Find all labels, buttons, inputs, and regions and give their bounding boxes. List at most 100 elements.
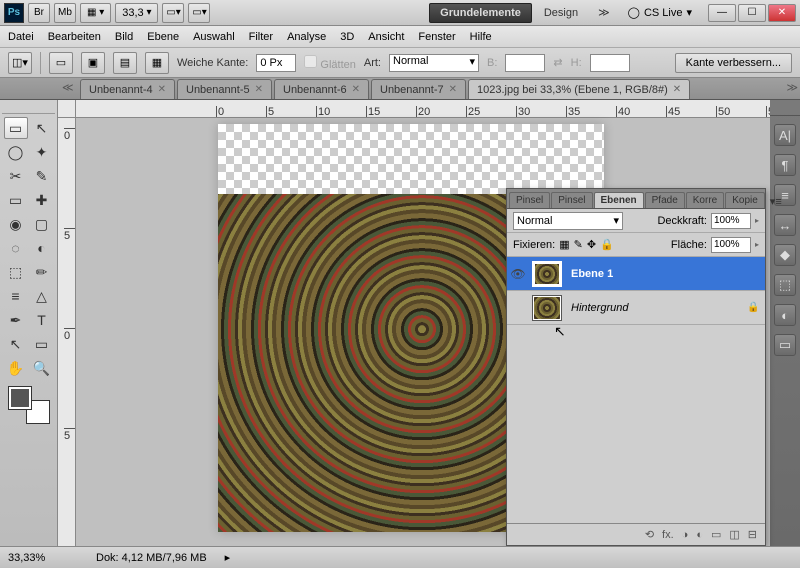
tool-preset-icon[interactable]: ◫▾	[8, 52, 32, 74]
tool-button[interactable]: ◉	[4, 213, 28, 235]
tool-button[interactable]: ✦	[30, 141, 54, 163]
selection-int[interactable]: ▦	[145, 52, 169, 74]
panel-tab-pinsel[interactable]: Pinsel	[551, 192, 592, 208]
menu-datei[interactable]: Datei	[8, 31, 34, 43]
selection-sub[interactable]: ▤	[113, 52, 137, 74]
bridge-button[interactable]: Br	[28, 3, 50, 23]
tools-header[interactable]	[2, 104, 55, 114]
workspace-secondary[interactable]: Design	[536, 4, 586, 22]
status-arrow[interactable]: ▸	[225, 551, 231, 564]
ruler-horizontal[interactable]: 0510152025303540455055	[76, 100, 770, 118]
layer-thumbnail[interactable]	[532, 261, 562, 287]
dock-icon[interactable]: A|	[774, 124, 796, 146]
color-swatch[interactable]	[9, 387, 49, 423]
menu-bild[interactable]: Bild	[115, 31, 133, 43]
tool-button[interactable]: ✏	[30, 261, 54, 283]
layer-name[interactable]: Ebene 1	[565, 268, 747, 280]
dock-icon[interactable]: ◐	[774, 304, 796, 326]
tool-button[interactable]: ≡	[4, 285, 28, 307]
tabs-scroll-right[interactable]: ≫	[786, 81, 798, 94]
visibility-icon[interactable]: 👁	[507, 267, 529, 281]
layer-action-icon[interactable]: ◫	[729, 528, 739, 541]
menu-bearbeiten[interactable]: Bearbeiten	[48, 31, 101, 43]
refine-edge-button[interactable]: Kante verbessern...	[675, 53, 792, 73]
arrange-button[interactable]: ▭▾	[162, 3, 184, 23]
tool-button[interactable]: 🔍	[30, 357, 54, 379]
panel-menu-icon[interactable]: ▾≡	[766, 195, 786, 208]
tool-button[interactable]: ▭	[4, 117, 28, 139]
layer-action-icon[interactable]: ▭	[711, 528, 721, 541]
document-tab[interactable]: Unbenannt-4✕	[80, 79, 175, 99]
tool-button[interactable]: ✎	[30, 165, 54, 187]
menu-fenster[interactable]: Fenster	[418, 31, 455, 43]
tool-button[interactable]: T	[30, 309, 54, 331]
status-zoom[interactable]: 33,33%	[8, 552, 78, 564]
cslive-button[interactable]: ◯ CS Live ▾	[622, 6, 698, 19]
tool-button[interactable]: ⬚	[4, 261, 28, 283]
document-tab[interactable]: Unbenannt-7✕	[371, 79, 466, 99]
menu-3d[interactable]: 3D	[340, 31, 354, 43]
viewmode-dropdown[interactable]: ▦ ▾	[80, 3, 111, 23]
layer-thumbnail[interactable]	[532, 295, 562, 321]
window-maximize[interactable]: ☐	[738, 4, 766, 22]
foreground-color[interactable]	[9, 387, 31, 409]
layer-name[interactable]: Hintergrund	[565, 302, 747, 314]
tool-button[interactable]: ✒	[4, 309, 28, 331]
layer-action-icon[interactable]: ⟲	[645, 528, 654, 541]
menu-analyse[interactable]: Analyse	[287, 31, 326, 43]
lock-transparency-icon[interactable]: ▦	[559, 238, 569, 251]
layer-row[interactable]: Hintergrund🔒	[507, 291, 765, 325]
selection-new[interactable]: ▭	[49, 52, 73, 74]
screenmode-button[interactable]: ▭▾	[188, 3, 210, 23]
tool-button[interactable]: ◌	[4, 237, 28, 259]
ruler-vertical[interactable]: 0505	[58, 118, 76, 546]
lock-all-icon[interactable]: 🔒	[600, 238, 614, 251]
panel-tab-ebenen[interactable]: Ebenen	[594, 192, 644, 208]
dock-icon[interactable]: ↔	[774, 214, 796, 236]
style-select[interactable]: Normal ▾	[389, 54, 479, 72]
minibridge-button[interactable]: Mb	[54, 3, 76, 23]
panel-tab-kopie[interactable]: Kopie	[725, 192, 765, 208]
close-tab-icon[interactable]: ✕	[352, 84, 360, 95]
layer-row[interactable]: 👁 Ebene 1	[507, 257, 765, 291]
tool-button[interactable]: ✋	[4, 357, 28, 379]
feather-input[interactable]	[256, 54, 296, 72]
opacity-arrow[interactable]: ▸	[755, 216, 759, 225]
tool-button[interactable]: ▢	[30, 213, 54, 235]
window-close[interactable]: ✕	[768, 4, 796, 22]
window-minimize[interactable]: —	[708, 4, 736, 22]
document-tab[interactable]: 1023.jpg bei 33,3% (Ebene 1, RGB/8#)✕	[468, 79, 690, 99]
ruler-origin[interactable]	[58, 100, 76, 118]
tool-button[interactable]: ▭	[30, 333, 54, 355]
lock-position-icon[interactable]: ✥	[587, 238, 596, 251]
dock-icon[interactable]: ¶	[774, 154, 796, 176]
document-tab[interactable]: Unbenannt-5✕	[177, 79, 272, 99]
close-tab-icon[interactable]: ✕	[255, 84, 263, 95]
panel-tab-korre[interactable]: Korre	[686, 192, 724, 208]
layer-action-icon[interactable]: ◐	[696, 529, 703, 541]
panel-tab-pinsel[interactable]: Pinsel	[509, 192, 550, 208]
status-docsize[interactable]: Dok: 4,12 MB/7,96 MB	[96, 552, 207, 564]
zoom-dropdown[interactable]: 33,3 ▾	[115, 3, 158, 23]
tool-button[interactable]: ◐	[30, 237, 54, 259]
workspace-more[interactable]: ≫	[590, 3, 618, 22]
menu-filter[interactable]: Filter	[249, 31, 273, 43]
tabs-scroll-left[interactable]: ≪	[62, 81, 74, 94]
tool-button[interactable]: △	[30, 285, 54, 307]
tool-button[interactable]: ◯	[4, 141, 28, 163]
tool-button[interactable]: ▭	[4, 189, 28, 211]
dock-icon[interactable]: ⬚	[774, 274, 796, 296]
dock-header[interactable]	[770, 106, 800, 116]
lock-pixels-icon[interactable]: ✎	[574, 238, 583, 251]
tool-button[interactable]: ✂	[4, 165, 28, 187]
close-tab-icon[interactable]: ✕	[449, 84, 457, 95]
opacity-input[interactable]	[711, 213, 751, 229]
close-tab-icon[interactable]: ✕	[673, 84, 681, 95]
layer-action-icon[interactable]: fx.	[662, 529, 674, 541]
menu-ebene[interactable]: Ebene	[147, 31, 179, 43]
document-tab[interactable]: Unbenannt-6✕	[274, 79, 369, 99]
layer-action-icon[interactable]: ⊟	[748, 528, 757, 541]
close-tab-icon[interactable]: ✕	[158, 84, 166, 95]
menu-hilfe[interactable]: Hilfe	[470, 31, 492, 43]
dock-icon[interactable]: ◆	[774, 244, 796, 266]
